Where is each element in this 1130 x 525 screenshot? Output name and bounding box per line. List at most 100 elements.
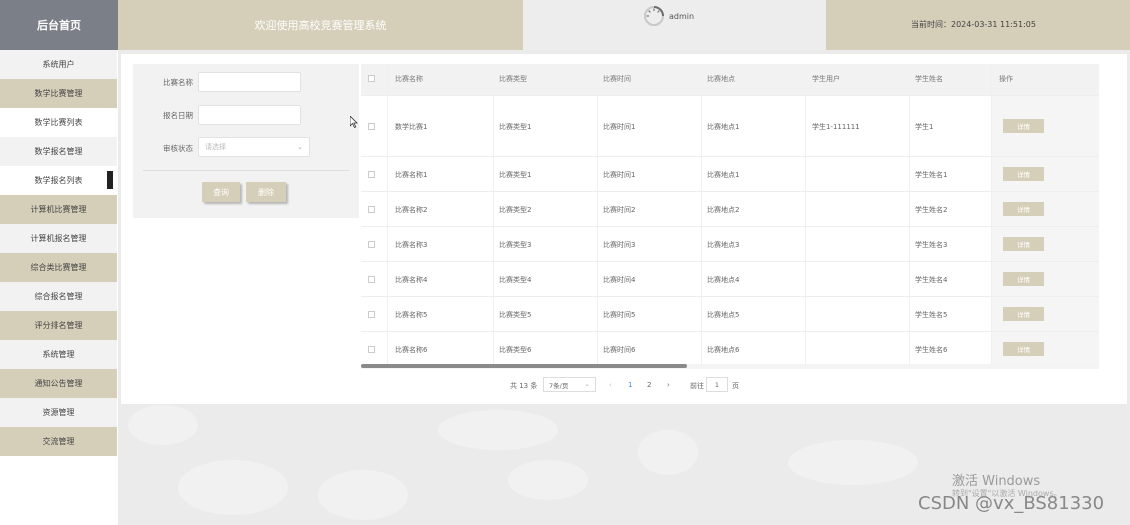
cell-competition-location: 比赛地点5	[707, 311, 740, 319]
sidebar-item-scoring-ranking[interactable]: 评分排名管理	[0, 311, 117, 340]
goto-label: 前往	[690, 382, 704, 390]
detail-button[interactable]: 详情	[1003, 202, 1044, 216]
detail-button[interactable]: 详情	[1003, 307, 1044, 321]
user-info[interactable]: admin	[523, 0, 826, 50]
decor-bubble	[508, 460, 588, 500]
page-number-1[interactable]: 1	[628, 381, 632, 389]
next-page-button[interactable]: ›	[667, 381, 670, 389]
row-checkbox[interactable]	[368, 241, 375, 248]
sidebar-item-general-competition[interactable]: 综合类比赛管理	[0, 253, 117, 282]
cell-competition-type: 比赛类型2	[499, 206, 532, 214]
decor-bubble	[788, 440, 918, 485]
row-checkbox[interactable]	[368, 346, 375, 353]
review-status-select[interactable]: 请选择 ⌄	[198, 137, 310, 157]
sidebar-item-system-users[interactable]: 系统用户	[0, 50, 117, 79]
cell-competition-time: 比赛时间1	[603, 123, 636, 131]
competition-name-input[interactable]	[198, 72, 301, 92]
column-header: 比赛时间	[603, 75, 631, 83]
detail-button[interactable]: 详情	[1003, 342, 1044, 356]
column-header: 比赛类型	[499, 75, 527, 83]
detail-button[interactable]: 详情	[1003, 167, 1044, 181]
cell-competition-type: 比赛类型1	[499, 171, 532, 179]
column-header: 学生姓名	[915, 75, 943, 83]
page-unit-label: 页	[732, 382, 739, 390]
cell-student-name: 学生姓名3	[915, 241, 948, 249]
sidebar-item-system-management[interactable]: 系统管理	[0, 340, 117, 369]
sidebar-item-math-registration[interactable]: 数学报名管理	[0, 137, 117, 166]
table-header: 比赛名称 比赛类型 比赛时间 比赛地点 学生用户 学生姓名 操作	[361, 64, 1099, 95]
cell-competition-name: 比赛名称5	[395, 311, 428, 319]
cell-competition-type: 比赛类型5	[499, 311, 532, 319]
search-form: 比赛名称 报名日期 审核状态 请选择 ⌄ 查询 删除	[133, 64, 359, 218]
sidebar-item-general-registration[interactable]: 综合报名管理	[0, 282, 117, 311]
row-checkbox[interactable]	[368, 311, 375, 318]
cell-competition-time: 比赛时间1	[603, 171, 636, 179]
cell-student-user: 学生1-111111	[812, 123, 860, 131]
column-header: 操作	[999, 75, 1013, 83]
horizontal-scrollbar-thumb[interactable]	[361, 364, 687, 368]
cell-competition-time: 比赛时间2	[603, 206, 636, 214]
table-row[interactable]: 比赛名称6 比赛类型6 比赛时间6 比赛地点6 学生姓名6 详情	[361, 331, 1099, 364]
table-row[interactable]: 比赛名称2 比赛类型2 比赛时间2 比赛地点2 学生姓名2 详情	[361, 191, 1099, 226]
cell-competition-type: 比赛类型3	[499, 241, 532, 249]
row-checkbox[interactable]	[368, 206, 375, 213]
sidebar-item-communication[interactable]: 交流管理	[0, 427, 117, 456]
table-row[interactable]: 比赛名称3 比赛类型3 比赛时间3 比赛地点3 学生姓名3 详情	[361, 226, 1099, 261]
row-checkbox[interactable]	[368, 123, 375, 130]
query-button[interactable]: 查询	[202, 182, 240, 202]
table-row[interactable]: 数学比赛1 比赛类型1 比赛时间1 比赛地点1 学生1-111111 学生1 详…	[361, 95, 1099, 156]
cell-competition-location: 比赛地点2	[707, 206, 740, 214]
cell-competition-time: 比赛时间5	[603, 311, 636, 319]
cell-competition-name: 比赛名称2	[395, 206, 428, 214]
sidebar: 系统用户 数学比赛管理 数学比赛列表 数学报名管理 数学报名列表 计算机比赛管理…	[0, 50, 118, 525]
detail-button[interactable]: 详情	[1003, 237, 1044, 251]
windows-activation-title: 激活 Windows	[952, 474, 1041, 489]
review-status-label: 审核状态	[163, 144, 193, 153]
cell-competition-name: 比赛名称6	[395, 346, 428, 354]
username: admin	[669, 12, 695, 21]
decor-bubble	[178, 460, 288, 515]
row-checkbox[interactable]	[368, 171, 375, 178]
sidebar-item-cs-registration[interactable]: 计算机报名管理	[0, 224, 117, 253]
decor-bubble	[638, 430, 698, 475]
decor-bubble	[128, 405, 198, 445]
page-number-2[interactable]: 2	[647, 381, 651, 389]
page-title: 欢迎使用高校竞赛管理系统	[118, 0, 523, 50]
data-table: 比赛名称 比赛类型 比赛时间 比赛地点 学生用户 学生姓名 操作 数学比赛1 比…	[361, 64, 1099, 364]
sidebar-item-math-registration-list[interactable]: 数学报名列表	[0, 166, 117, 195]
current-time-label: 当前时间：2024-03-31 11:51:05	[911, 20, 1036, 29]
sidebar-item-resources[interactable]: 资源管理	[0, 398, 117, 427]
cell-competition-name: 比赛名称1	[395, 171, 428, 179]
page-size-select[interactable]: 7条/页 ⌄	[543, 377, 596, 392]
cell-competition-time: 比赛时间4	[603, 276, 636, 284]
goto-page-input[interactable]: 1	[706, 377, 728, 392]
cell-competition-name: 比赛名称4	[395, 276, 428, 284]
table-row[interactable]: 比赛名称5 比赛类型5 比赛时间5 比赛地点5 学生姓名5 详情	[361, 296, 1099, 331]
review-status-placeholder: 请选择	[205, 143, 226, 151]
cell-student-name: 学生姓名6	[915, 346, 948, 354]
detail-button[interactable]: 详情	[1003, 119, 1044, 133]
chevron-down-icon: ⌄	[297, 143, 303, 151]
sidebar-item-math-competition-list[interactable]: 数学比赛列表	[0, 108, 117, 137]
home-link[interactable]: 后台首页	[0, 0, 118, 50]
delete-button[interactable]: 删除	[246, 182, 286, 202]
active-marker	[107, 171, 113, 189]
sidebar-item-cs-competition[interactable]: 计算机比赛管理	[0, 195, 117, 224]
detail-button[interactable]: 详情	[1003, 272, 1044, 286]
chevron-down-icon: ⌄	[584, 380, 590, 388]
page-size-value: 7条/页	[549, 381, 569, 390]
prev-page-button[interactable]: ‹	[609, 381, 612, 389]
table-row[interactable]: 比赛名称1 比赛类型1 比赛时间1 比赛地点1 学生姓名1 详情	[361, 156, 1099, 191]
table-row[interactable]: 比赛名称4 比赛类型4 比赛时间4 比赛地点4 学生姓名4 详情	[361, 261, 1099, 296]
cell-student-name: 学生1	[915, 123, 934, 131]
sidebar-item-notice[interactable]: 通知公告管理	[0, 369, 117, 398]
current-time: 当前时间：2024-03-31 11:51:05	[826, 0, 1130, 50]
select-all-checkbox[interactable]	[368, 75, 375, 82]
registration-date-input[interactable]	[198, 105, 301, 125]
cell-competition-location: 比赛地点1	[707, 171, 740, 179]
cell-student-name: 学生姓名1	[915, 171, 948, 179]
sidebar-item-math-competition[interactable]: 数学比赛管理	[0, 79, 117, 108]
column-header: 比赛地点	[707, 75, 735, 83]
cell-competition-name: 比赛名称3	[395, 241, 428, 249]
row-checkbox[interactable]	[368, 276, 375, 283]
